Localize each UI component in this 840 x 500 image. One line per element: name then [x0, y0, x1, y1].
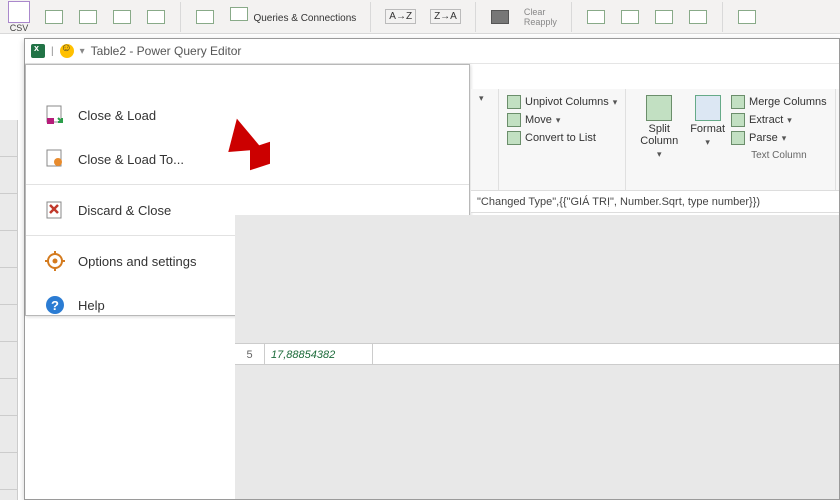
table-row[interactable]: 5 17,88854382: [235, 343, 839, 365]
menu-label: Options and settings: [78, 254, 197, 269]
dropdown-icon[interactable]: ▾: [479, 93, 490, 104]
data-validate-icon[interactable]: [689, 10, 707, 24]
parse-icon: [731, 131, 745, 145]
flash-fill-icon[interactable]: [621, 10, 639, 24]
unpivot-icon: [507, 95, 521, 109]
split-column-icon: [646, 95, 672, 121]
parse-button[interactable]: Parse▾: [731, 129, 827, 147]
table-icon[interactable]: [45, 10, 63, 24]
list-icon: [507, 131, 521, 145]
connections-icon[interactable]: [147, 10, 165, 24]
separator: [180, 2, 181, 32]
sort-az-button[interactable]: A→Z: [385, 9, 416, 24]
unpivot-columns-button[interactable]: Unpivot Columns▾: [507, 93, 617, 111]
ribbon-csv-button[interactable]: CSV: [8, 1, 30, 33]
menu-divider: [26, 184, 469, 185]
csv-icon: [8, 1, 30, 23]
excel-row-headers: [0, 120, 18, 500]
excel-logo-icon: [31, 44, 45, 58]
menu-label: Close & Load: [78, 108, 156, 123]
pq-titlebar: | ▾ Table2 - Power Query Editor: [25, 39, 839, 64]
convert-to-list-button[interactable]: Convert to List: [507, 129, 617, 147]
formula-bar[interactable]: "Changed Type",{{"GIÁ TRỊ", Number.Sqrt,…: [471, 191, 839, 213]
merge-icon: [731, 95, 745, 109]
cell-value: 17,88854382: [265, 344, 373, 364]
separator: [475, 2, 476, 32]
menu-label: Close & Load To...: [78, 152, 184, 167]
save-load-to-icon: [44, 148, 66, 170]
split-column-button[interactable]: Split Column▾: [634, 93, 684, 162]
gear-icon: [44, 250, 66, 272]
text-to-columns-icon[interactable]: [587, 10, 605, 24]
move-icon: [507, 113, 521, 127]
separator: [722, 2, 723, 32]
consolidate-icon[interactable]: [738, 10, 756, 24]
discard-icon: [44, 199, 66, 221]
extract-button[interactable]: Extract▾: [731, 111, 827, 129]
merge-columns-button[interactable]: Merge Columns: [731, 93, 827, 111]
format-button[interactable]: Format▾: [684, 93, 731, 150]
filter-icon[interactable]: [491, 10, 509, 24]
table-icon[interactable]: [79, 10, 97, 24]
window-title: Table2 - Power Query Editor: [91, 44, 242, 58]
queries-connections-button[interactable]: Queries & Connections: [229, 7, 356, 26]
smiley-icon[interactable]: [60, 44, 74, 58]
pq-ribbon: ▾ Unpivot Columns▾ Move▾ Convert to List…: [471, 89, 839, 191]
recent-icon[interactable]: [113, 10, 131, 24]
query-preview-area: 5 17,88854382: [235, 215, 839, 499]
link-icon: [230, 7, 248, 21]
refresh-icon[interactable]: [196, 10, 214, 24]
qat-dropdown[interactable]: ▾: [80, 46, 85, 57]
svg-text:?: ?: [51, 298, 59, 313]
excel-main-ribbon: CSV Queries & Connections A→Z Z→A Clear …: [0, 0, 840, 34]
save-load-icon: [44, 104, 66, 126]
menu-label: Help: [78, 298, 105, 313]
annotation-arrow: [225, 111, 285, 171]
clear-filter-button[interactable]: Clear: [524, 7, 557, 17]
group-label: Text Column: [731, 147, 827, 161]
sort-za-button[interactable]: Z→A: [430, 9, 461, 24]
power-query-editor-window: | ▾ Table2 - Power Query Editor File Clo…: [24, 38, 840, 500]
menu-label: Discard & Close: [78, 203, 171, 218]
remove-duplicates-icon[interactable]: [655, 10, 673, 24]
row-number: 5: [235, 344, 265, 364]
reapply-filter-button[interactable]: Reapply: [524, 17, 557, 27]
help-icon: ?: [44, 294, 66, 316]
separator: [571, 2, 572, 32]
move-button[interactable]: Move▾: [507, 111, 617, 129]
format-icon: [695, 95, 721, 121]
extract-icon: [731, 113, 745, 127]
formula-text: "Changed Type",{{"GIÁ TRỊ", Number.Sqrt,…: [477, 196, 760, 208]
separator: [370, 2, 371, 32]
